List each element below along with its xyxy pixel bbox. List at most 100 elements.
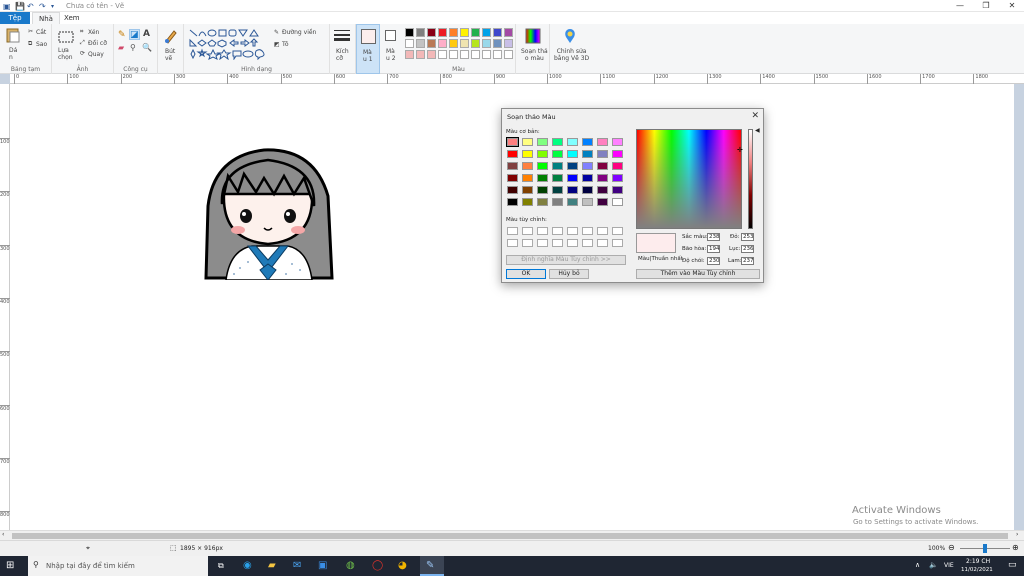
file-explorer-icon[interactable]: ▰: [268, 560, 276, 571]
palette-swatch[interactable]: [416, 28, 425, 37]
basic-color-swatch[interactable]: [552, 174, 563, 182]
cut-button[interactable]: Cắt: [36, 29, 46, 36]
paint3d-icon[interactable]: [562, 28, 578, 44]
green-input[interactable]: 236: [741, 245, 754, 253]
palette-swatch[interactable]: [482, 50, 491, 59]
shapes-gallery-icon[interactable]: [188, 28, 268, 60]
scrollbar-thumb[interactable]: [12, 533, 1008, 539]
basic-color-swatch[interactable]: [612, 198, 623, 206]
palette-swatch[interactable]: [460, 28, 469, 37]
palette-swatch[interactable]: [405, 50, 414, 59]
cancel-button[interactable]: Hủy bỏ: [549, 269, 589, 279]
save-icon[interactable]: 💾: [15, 2, 25, 11]
basic-color-swatch[interactable]: [612, 174, 623, 182]
basic-color-swatch[interactable]: [537, 186, 548, 194]
basic-color-swatch[interactable]: [612, 162, 623, 170]
tab-file[interactable]: Tệp: [0, 12, 30, 24]
select-button[interactable]: Lựa chọn: [58, 47, 73, 61]
paint3d-button[interactable]: Chỉnh sửa bằng Vẽ 3D: [554, 48, 589, 62]
basic-color-swatch[interactable]: [597, 174, 608, 182]
custom-color-swatch[interactable]: [612, 227, 623, 235]
color-spectrum[interactable]: ✛: [636, 129, 743, 229]
hue-input[interactable]: 238: [707, 233, 720, 241]
basic-color-swatch[interactable]: [552, 138, 563, 146]
palette-swatch[interactable]: [471, 28, 480, 37]
copy-button[interactable]: Sao: [36, 41, 47, 48]
palette-swatch[interactable]: [460, 39, 469, 48]
basic-color-swatch[interactable]: [507, 162, 518, 170]
basic-color-swatch[interactable]: [597, 186, 608, 194]
edit-colors-icon[interactable]: [525, 28, 541, 44]
palette-swatch[interactable]: [438, 28, 447, 37]
basic-color-swatch[interactable]: [522, 198, 533, 206]
palette-swatch[interactable]: [471, 39, 480, 48]
basic-color-swatch[interactable]: [537, 174, 548, 182]
luminance-slider[interactable]: [748, 129, 753, 229]
zoom-slider-thumb[interactable]: [983, 544, 987, 553]
size-button[interactable]: Kích cỡ: [336, 48, 349, 62]
define-custom-colors-button[interactable]: Định nghĩa Màu Tùy chỉnh >>: [506, 255, 626, 265]
rotate-button[interactable]: Quay: [88, 51, 104, 58]
basic-color-swatch[interactable]: [582, 138, 593, 146]
clock-time[interactable]: 2:19 CH: [966, 558, 990, 565]
basic-color-swatch[interactable]: [507, 186, 518, 194]
basic-color-swatch[interactable]: [522, 138, 533, 146]
dialog-close-icon[interactable]: ✕: [751, 111, 759, 121]
basic-color-swatch[interactable]: [552, 186, 563, 194]
palette-swatch[interactable]: [471, 50, 480, 59]
close-window-button[interactable]: ✕: [1002, 0, 1022, 12]
palette-swatch[interactable]: [504, 50, 513, 59]
fill-icon[interactable]: ◪: [129, 29, 140, 40]
palette-swatch[interactable]: [416, 39, 425, 48]
ok-button[interactable]: OK: [506, 269, 546, 279]
basic-color-swatch[interactable]: [582, 150, 593, 158]
basic-color-swatch[interactable]: [552, 162, 563, 170]
basic-color-swatch[interactable]: [582, 198, 593, 206]
basic-color-swatch[interactable]: [612, 186, 623, 194]
outline-icon[interactable]: ✎: [274, 29, 279, 36]
basic-color-swatch[interactable]: [507, 150, 518, 158]
custom-color-swatch[interactable]: [552, 239, 563, 247]
scroll-left-icon[interactable]: ‹: [2, 531, 4, 538]
basic-color-swatch[interactable]: [597, 150, 608, 158]
color-picker-icon[interactable]: ⚲: [130, 43, 136, 52]
custom-color-swatch[interactable]: [507, 227, 518, 235]
basic-color-swatch[interactable]: [552, 150, 563, 158]
palette-swatch[interactable]: [427, 28, 436, 37]
start-windows-icon[interactable]: ⊞: [6, 560, 14, 571]
volume-icon[interactable]: 🔈: [929, 561, 938, 569]
mail-icon[interactable]: ✉: [293, 560, 301, 571]
rotate-icon[interactable]: ⟳: [80, 50, 85, 57]
custom-color-swatch[interactable]: [597, 227, 608, 235]
custom-color-swatch[interactable]: [582, 239, 593, 247]
blue-input[interactable]: 237: [741, 257, 754, 265]
customize-toolbar-icon[interactable]: ▾: [51, 3, 54, 10]
color2-button[interactable]: Mà u 2: [380, 24, 402, 74]
custom-color-swatch[interactable]: [537, 239, 548, 247]
basic-color-swatch[interactable]: [567, 162, 578, 170]
palette-swatch[interactable]: [482, 39, 491, 48]
paste-icon[interactable]: [5, 27, 21, 43]
magnifier-icon[interactable]: 🔍: [142, 43, 152, 52]
palette-swatch[interactable]: [449, 50, 458, 59]
app-green-icon[interactable]: ◍: [346, 560, 355, 571]
lum-input[interactable]: 230: [707, 257, 720, 265]
luminance-arrow-icon[interactable]: ◀: [755, 127, 760, 134]
basic-color-swatch[interactable]: [506, 137, 519, 147]
basic-color-swatch[interactable]: [537, 162, 548, 170]
eraser-icon[interactable]: ▰: [118, 43, 124, 52]
palette-swatch[interactable]: [482, 28, 491, 37]
palette-swatch[interactable]: [438, 39, 447, 48]
basic-color-swatch[interactable]: [522, 186, 533, 194]
text-icon[interactable]: A: [143, 29, 150, 39]
palette-swatch[interactable]: [449, 39, 458, 48]
copy-icon[interactable]: ⧉: [28, 40, 32, 48]
custom-color-swatch[interactable]: [582, 227, 593, 235]
opera-icon[interactable]: ◯: [372, 560, 383, 571]
custom-color-swatch[interactable]: [612, 239, 623, 247]
palette-swatch[interactable]: [504, 28, 513, 37]
custom-color-swatch[interactable]: [507, 239, 518, 247]
fill-shape-icon[interactable]: ◩: [274, 41, 280, 48]
basic-color-swatch[interactable]: [537, 198, 548, 206]
tray-chevron-icon[interactable]: ∧: [915, 561, 920, 569]
